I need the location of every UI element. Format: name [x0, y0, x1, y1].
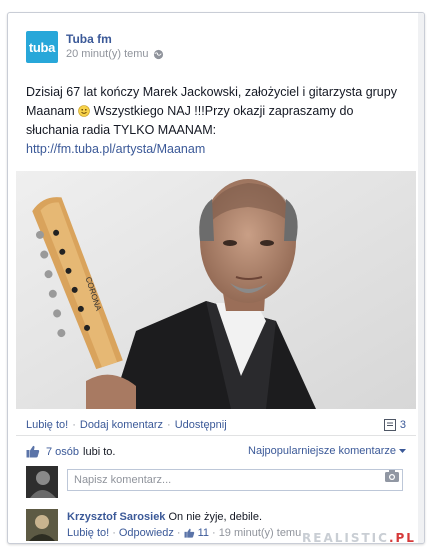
likes-count-link[interactable]: 7 osób	[46, 446, 79, 458]
commenter-avatar-image	[26, 509, 58, 541]
post-actions: Lubię to! · Dodaj komentarz · Udostępnij…	[26, 419, 406, 431]
commenter-avatar[interactable]	[26, 509, 58, 541]
comment-input[interactable]: Napisz komentarz...	[67, 469, 403, 491]
thumbs-up-icon	[26, 445, 40, 458]
separator-dot: ·	[72, 419, 76, 431]
like-button[interactable]: Lubię to!	[26, 419, 68, 431]
comment-count-value: 3	[399, 419, 406, 431]
separator-dot: ·	[167, 419, 171, 431]
post-photo[interactable]: CORONA	[16, 171, 416, 409]
share-button[interactable]: Udostępnij	[175, 419, 227, 431]
globe-icon	[153, 49, 163, 59]
user-avatar[interactable]	[26, 466, 58, 498]
scrollbar-gutter[interactable]	[418, 13, 424, 543]
comment-reply-button[interactable]: Odpowiedz	[119, 525, 174, 541]
comment-count[interactable]: 3	[383, 419, 406, 431]
likes-summary: 7 osób lubi to. Najpopularniejsze koment…	[26, 445, 406, 458]
comment-text: On nie żyje, debile.	[168, 511, 263, 523]
chevron-down-icon	[399, 448, 406, 453]
photo-image: CORONA	[16, 171, 416, 409]
post-header: tuba Tuba fm 20 minut(y) temu	[26, 31, 406, 71]
post-meta: 20 minut(y) temu	[66, 48, 164, 60]
page-name-link[interactable]: Tuba fm	[66, 32, 112, 46]
post-text-line: słuchania radia TYLKO MAANAM:	[26, 123, 217, 137]
thumbs-up-icon	[184, 528, 194, 538]
comment-author[interactable]: Krzysztof Sarosiek	[67, 511, 165, 523]
user-avatar-image	[26, 466, 58, 498]
separator-dot: ·	[176, 527, 181, 539]
likes-suffix: lubi to.	[83, 445, 116, 458]
watermark-suffix: .PL	[388, 531, 416, 545]
comment-bubble-icon	[383, 419, 396, 431]
post-timestamp[interactable]: 20 minut(y) temu	[66, 48, 149, 60]
separator-dot: ·	[212, 527, 216, 539]
camera-icon[interactable]	[384, 469, 400, 483]
watermark: REALISTIC.PL	[302, 531, 416, 545]
comment-sort-dropdown[interactable]: Najpopularniejsze komentarze	[248, 445, 406, 457]
comment-timestamp[interactable]: 19 minut(y) temu	[219, 525, 302, 541]
divider	[16, 435, 416, 436]
post-text-line: Dzisiaj 67 lat kończy Marek Jackowski, z…	[26, 85, 397, 99]
post-link[interactable]: http://fm.tuba.pl/artysta/Maanam	[26, 140, 408, 159]
comment-meta: Lubię to! · Odpowiedz · 11 · 19 minut(y)…	[67, 525, 301, 541]
facebook-post-card: tuba Tuba fm 20 minut(y) temu Dzisiaj 67…	[7, 12, 425, 544]
separator-dot: ·	[112, 527, 116, 539]
watermark-text: REALISTIC	[302, 531, 389, 545]
comment-like-button[interactable]: Lubię to!	[67, 525, 109, 541]
comment-composer: Napisz komentarz...	[26, 466, 406, 498]
smiley-icon	[78, 105, 90, 117]
page-avatar[interactable]: tuba	[26, 31, 58, 63]
post-text-line: Wszystkiego NAJ !!!Przy okazji zapraszam…	[90, 104, 354, 118]
comment-like-count[interactable]: 11	[198, 525, 209, 541]
comment-body: Krzysztof Sarosiek On nie żyje, debile. …	[67, 509, 301, 541]
avatar-logo-text: tuba	[28, 39, 56, 55]
post-text: Dzisiaj 67 lat kończy Marek Jackowski, z…	[26, 83, 408, 159]
post-text-line: Maanam	[26, 104, 75, 118]
add-comment-button[interactable]: Dodaj komentarz	[80, 419, 163, 431]
sort-label: Najpopularniejsze komentarze	[248, 445, 396, 457]
